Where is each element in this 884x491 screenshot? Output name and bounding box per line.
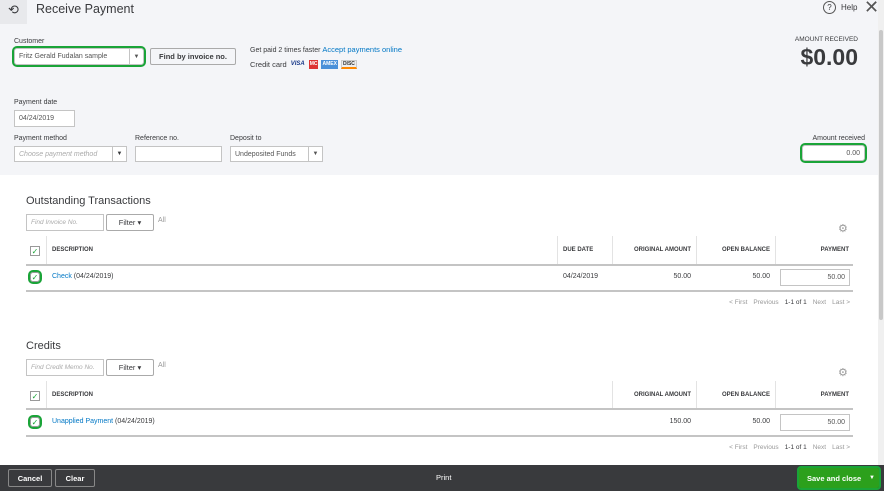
select-all-checkbox[interactable]: ✓ [30, 246, 40, 256]
credits-select-all-checkbox[interactable]: ✓ [30, 391, 40, 401]
col-open-balance: OPEN BALANCE [721, 247, 770, 253]
mastercard-icon: MC [308, 60, 319, 69]
row-date: (04/24/2019) [73, 273, 114, 280]
pager-first[interactable]: < First [729, 299, 747, 306]
find-credit-memo-input[interactable]: Find Credit Memo No. [26, 359, 104, 376]
print-button[interactable]: Print [436, 473, 451, 482]
accept-payments-link[interactable]: Accept payments online [322, 45, 402, 54]
filter-label: Filter [118, 363, 136, 372]
pager-next[interactable]: Next [813, 299, 826, 306]
col-original-amount: ORIGINAL AMOUNT [634, 247, 691, 253]
credit-row-open-balance: 50.00 [752, 418, 770, 425]
amount-received-summary-value: $0.00 [800, 44, 858, 70]
col-due-date: DUE DATE [563, 247, 594, 253]
amount-received-label: Amount received [812, 135, 865, 142]
amex-icon: AMEX [321, 60, 338, 69]
filter-all-label: All [158, 217, 166, 224]
row-checkbox[interactable]: ✓ [28, 270, 42, 284]
scrollbar[interactable] [878, 0, 884, 465]
discover-icon: DISC [340, 60, 357, 69]
outstanding-title: Outstanding Transactions [26, 195, 151, 207]
row-open-balance: 50.00 [752, 273, 770, 280]
deposit-to-value: Undeposited Funds [235, 150, 296, 158]
gear-icon[interactable]: ⚙ [838, 222, 848, 235]
pager-next[interactable]: Next [813, 444, 826, 451]
row-payment-input[interactable]: 50.00 [780, 269, 850, 286]
pager-previous[interactable]: Previous [753, 444, 778, 451]
col-description: DESCRIPTION [52, 392, 94, 398]
credits-filter-button[interactable]: Filter ▾ [106, 359, 154, 376]
cancel-button[interactable]: Cancel [8, 469, 52, 487]
col-payment: PAYMENT [820, 247, 849, 253]
col-original-amount: ORIGINAL AMOUNT [634, 392, 691, 398]
chevron-down-icon: ▼ [129, 49, 143, 64]
payment-method-placeholder: Choose payment method [19, 150, 98, 158]
credits-pager: < First Previous 1-1 of 1 Next Last > [729, 444, 850, 451]
deposit-to-label: Deposit to [230, 135, 262, 142]
pager-last[interactable]: Last > [832, 444, 850, 451]
chevron-down-icon: ▼ [112, 147, 126, 161]
payment-date-input[interactable]: 04/24/2019 [14, 110, 75, 127]
row-due-date: 04/24/2019 [563, 273, 599, 280]
save-label: Save and close [807, 473, 862, 483]
row-date: (04/24/2019) [115, 418, 155, 425]
save-and-close-button[interactable]: Save and close ▼ [797, 466, 881, 490]
history-icon[interactable]: ⟲ [0, 0, 27, 24]
filter-button[interactable]: Filter ▾ [106, 214, 154, 231]
amount-received-input[interactable]: 0.00 [800, 143, 867, 163]
chevron-down-icon: ▼ [308, 147, 322, 161]
credit-row-checkbox[interactable]: ✓ [28, 415, 42, 429]
table-row-description: Check (04/24/2019) [52, 273, 114, 280]
gear-icon[interactable]: ⚙ [838, 366, 848, 379]
deposit-to-select[interactable]: Undeposited Funds ▼ [230, 146, 323, 162]
close-icon[interactable]: ✕ [864, 0, 879, 18]
pager: < First Previous 1-1 of 1 Next Last > [729, 299, 850, 306]
amount-received-summary-label: AMOUNT RECEIVED [794, 36, 858, 43]
find-invoice-input[interactable]: Find Invoice No. [26, 214, 104, 231]
filter-label: Filter [118, 218, 136, 227]
check-link[interactable]: Check [52, 273, 72, 280]
customer-label: Customer [14, 38, 45, 45]
row-original-amount: 50.00 [673, 273, 691, 280]
customer-select[interactable]: Fritz Gerald Fudalan sample ▼ [12, 46, 146, 67]
pager-last[interactable]: Last > [832, 299, 850, 306]
visa-icon: VISA [290, 61, 305, 67]
page-title: Receive Payment [36, 2, 134, 16]
credit-card-label: Credit card [250, 60, 287, 69]
pager-range: 1-1 of 1 [784, 444, 807, 451]
reference-label: Reference no. [135, 135, 179, 142]
reference-input[interactable] [135, 146, 222, 162]
col-payment: PAYMENT [820, 392, 849, 398]
credit-row-original-amount: 150.00 [669, 418, 691, 425]
unapplied-payment-link[interactable]: Unapplied Payment [52, 418, 113, 425]
col-open-balance: OPEN BALANCE [721, 392, 770, 398]
credit-row-payment-input[interactable]: 50.00 [780, 414, 850, 431]
credits-filter-all-label: All [158, 362, 166, 369]
payment-date-label: Payment date [14, 99, 58, 106]
find-by-invoice-button[interactable]: Find by invoice no. [150, 48, 236, 65]
col-description: DESCRIPTION [52, 247, 94, 253]
credit-row-description: Unapplied Payment (04/24/2019) [52, 418, 155, 425]
promo-text: Get paid 2 times faster [250, 47, 321, 54]
pager-first[interactable]: < First [729, 444, 747, 451]
pager-previous[interactable]: Previous [753, 299, 778, 306]
clear-button[interactable]: Clear [55, 469, 95, 487]
payment-method-select[interactable]: Choose payment method ▼ [14, 146, 127, 162]
customer-value: Fritz Gerald Fudalan sample [19, 53, 108, 60]
help-icon[interactable]: ? [823, 1, 836, 14]
payment-method-label: Payment method [14, 135, 67, 142]
chevron-down-icon[interactable]: ▼ [869, 475, 875, 481]
pager-range: 1-1 of 1 [784, 299, 807, 306]
header-panel [0, 0, 878, 175]
credits-title: Credits [26, 340, 61, 352]
help-link[interactable]: Help [841, 3, 857, 12]
